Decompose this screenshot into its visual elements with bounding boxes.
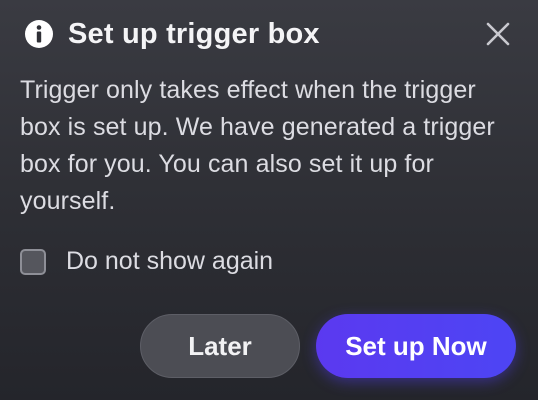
setup-trigger-dialog: Set up trigger box Trigger only takes ef…	[0, 0, 538, 400]
dialog-title: Set up trigger box	[68, 17, 320, 50]
later-button[interactable]: Later	[140, 314, 300, 378]
do-not-show-again-checkbox[interactable]	[20, 248, 46, 275]
close-icon[interactable]	[482, 18, 514, 50]
set-up-now-button[interactable]: Set up Now	[316, 314, 516, 378]
dialog-message: Trigger only takes effect when the trigg…	[20, 76, 495, 215]
do-not-show-again-toggle[interactable]: Do not show again	[20, 247, 273, 276]
dialog-header: Set up trigger box	[24, 14, 514, 54]
info-icon	[24, 19, 54, 49]
do-not-show-again-label: Do not show again	[66, 247, 274, 275]
